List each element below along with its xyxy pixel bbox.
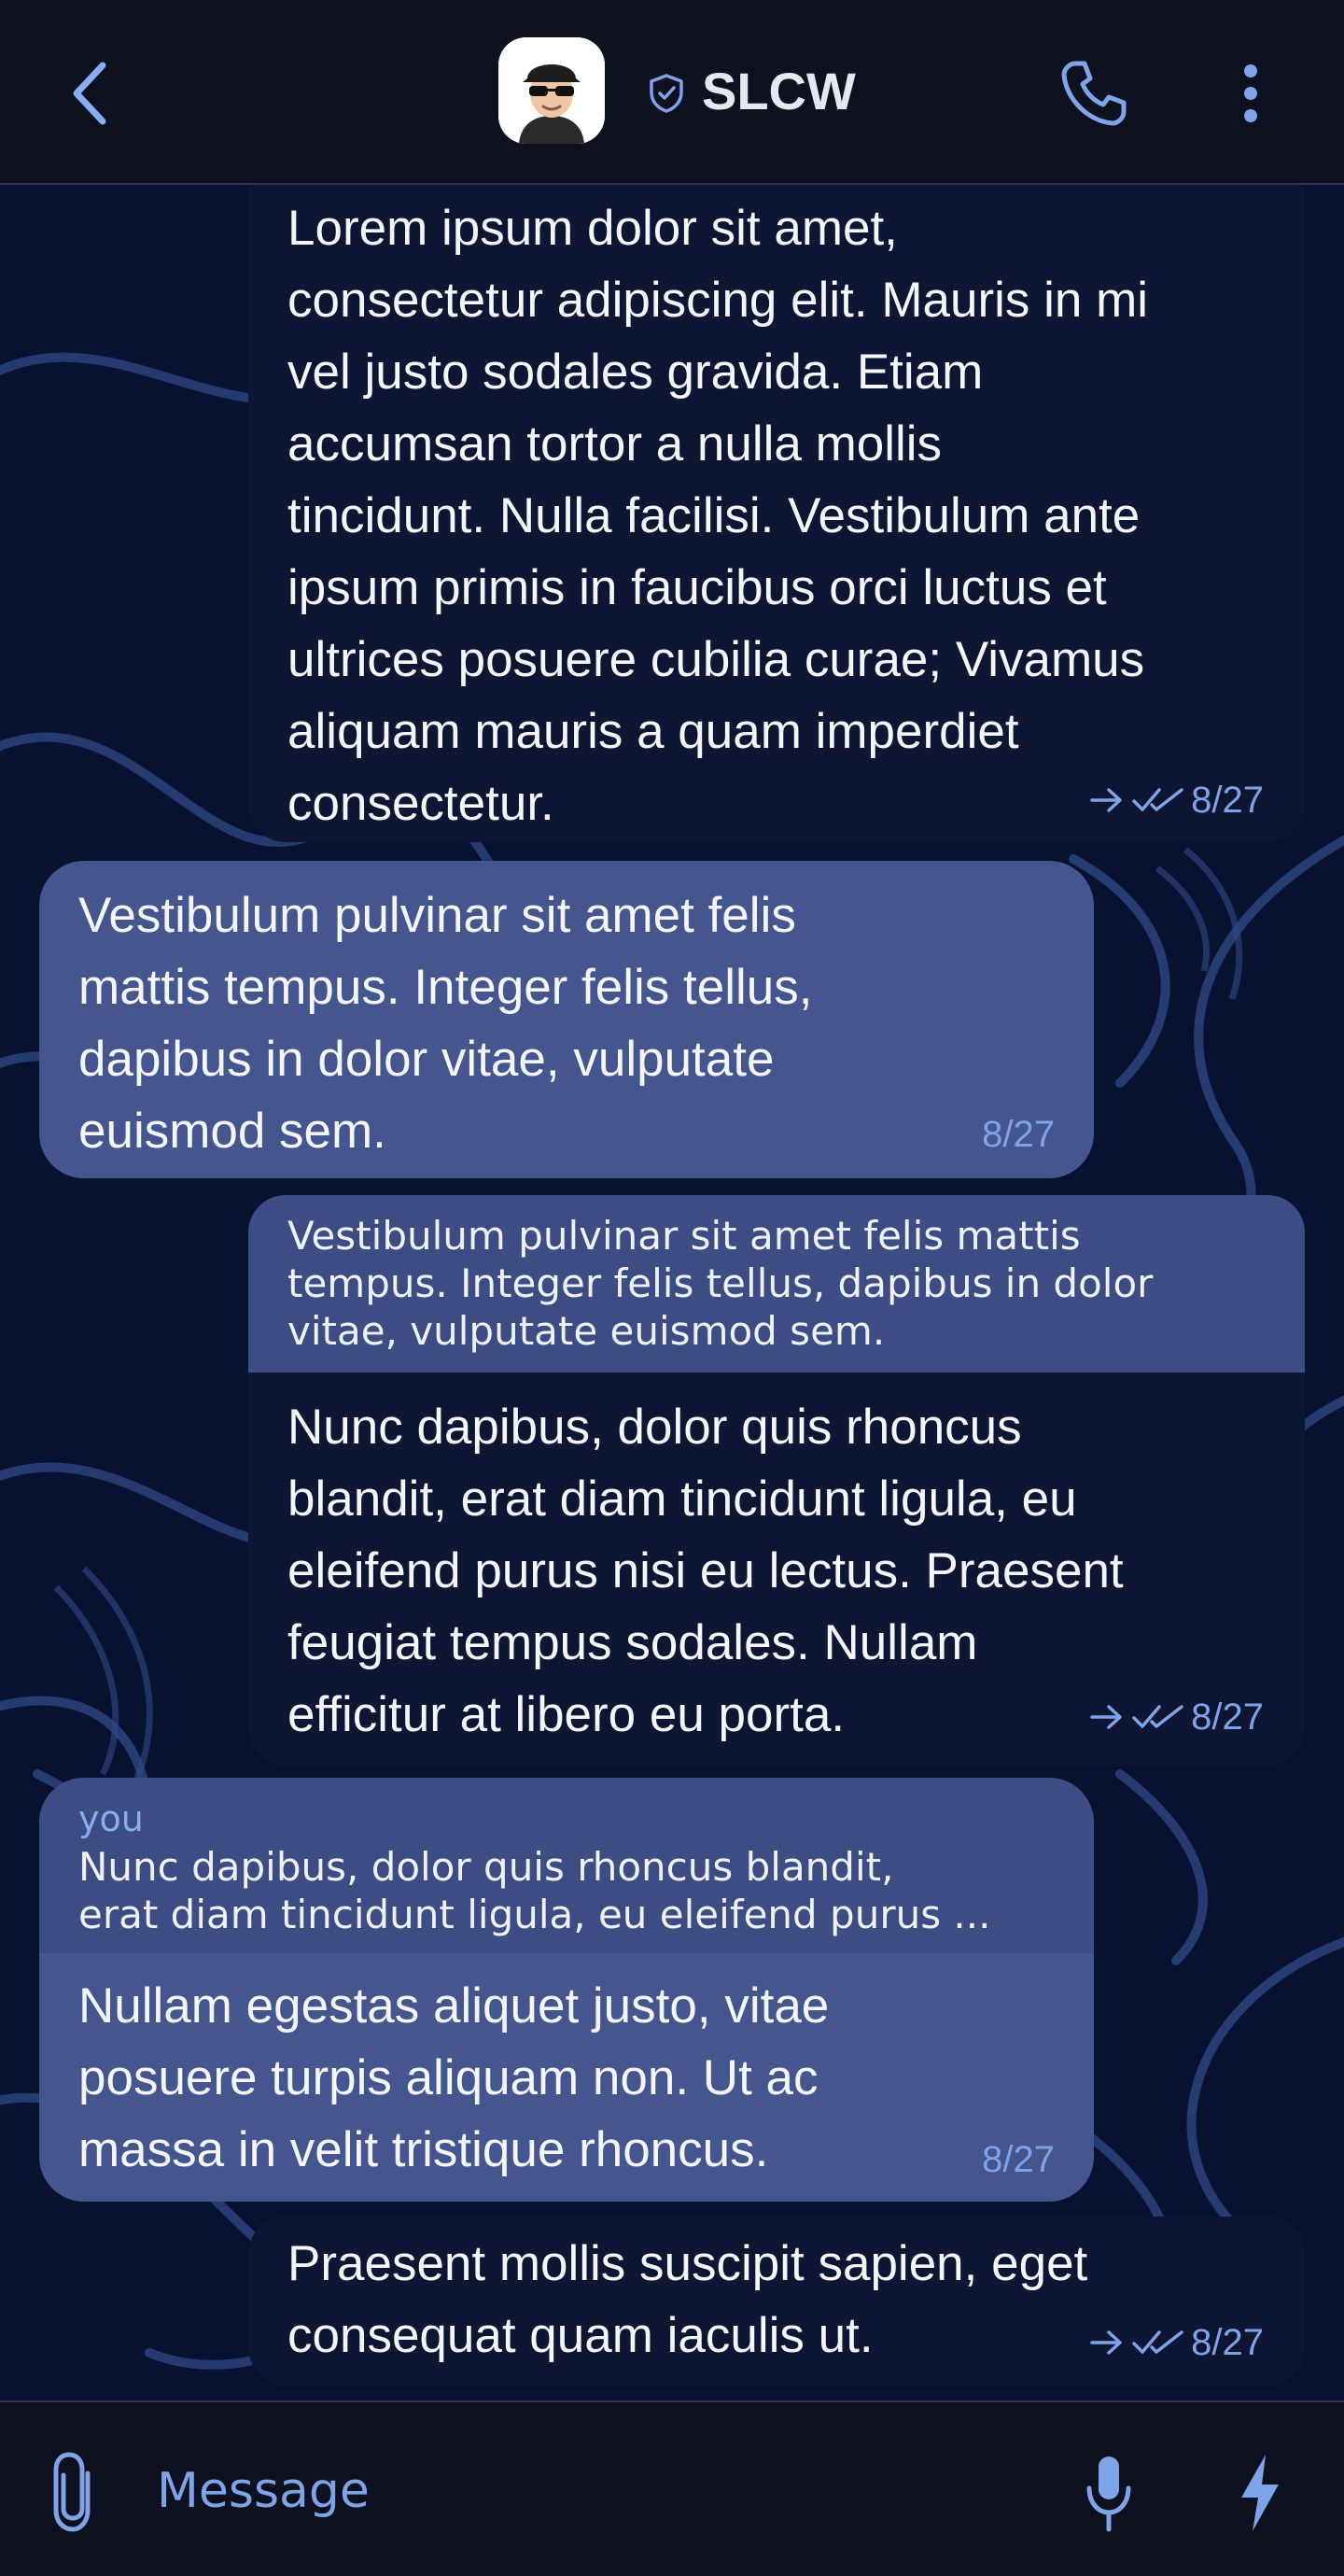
message-time: 8/27	[982, 2138, 1055, 2180]
message-meta: 8/27	[982, 2136, 1055, 2183]
quick-actions-button[interactable]	[1232, 2451, 1288, 2535]
message-bubble-outgoing[interactable]: Lorem ipsum dolor sit amet, consectetur …	[248, 185, 1305, 842]
avatar-memoji-icon	[498, 37, 605, 144]
message-input-bar	[0, 2400, 1344, 2576]
chat-header: SLCW	[0, 0, 1344, 185]
microphone-icon	[1086, 2456, 1131, 2532]
message-text: Nullam egestas aliquet justo, vitae posu…	[78, 1978, 830, 2177]
attach-button[interactable]	[43, 2451, 108, 2535]
paperclip-icon	[53, 2452, 91, 2532]
double-check-icon	[1132, 1705, 1183, 1728]
arrow-right-icon	[1090, 788, 1122, 812]
call-button[interactable]	[1055, 54, 1133, 133]
phone-icon	[1061, 61, 1127, 126]
quoted-message[interactable]: you Nunc dapibus, dolor quis rhoncus bla…	[39, 1778, 1094, 1953]
quoted-message-author: you	[78, 1798, 144, 1839]
double-check-icon	[1132, 788, 1183, 811]
message-bubble-outgoing[interactable]: Praesent mollis suscipit sapien, eget co…	[248, 2217, 1305, 2385]
arrow-right-icon	[1090, 2330, 1122, 2355]
message-text: Vestibulum pulvinar sit amet felis matti…	[78, 888, 813, 1159]
voice-message-button[interactable]	[1081, 2451, 1137, 2535]
quoted-message[interactable]: Vestibulum pulvinar sit amet felis matti…	[248, 1195, 1305, 1372]
chat-screen: SLCW Lorem ipsum dolor sit amet, consect…	[0, 0, 1344, 2576]
message-meta: 8/27	[982, 1111, 1055, 1158]
quoted-message-text: Vestibulum pulvinar sit amet felis matti…	[287, 1213, 1154, 1354]
lightning-icon	[1241, 2455, 1279, 2531]
back-button[interactable]	[56, 56, 131, 131]
message-time: 8/27	[982, 1113, 1055, 1155]
message-text: Lorem ipsum dolor sit amet, consectetur …	[287, 201, 1148, 831]
shield-check-icon	[650, 74, 683, 113]
message-bubble-incoming-reply[interactable]: you Nunc dapibus, dolor quis rhoncus bla…	[39, 1778, 1094, 2202]
message-meta: 8/27	[1088, 1694, 1264, 1740]
message-bubble-outgoing-reply[interactable]: Vestibulum pulvinar sit amet felis matti…	[248, 1195, 1305, 1765]
message-meta: 8/27	[1088, 777, 1264, 823]
vertical-dots-icon	[1244, 64, 1257, 122]
message-bubble-incoming[interactable]: Vestibulum pulvinar sit amet felis matti…	[39, 861, 1094, 1178]
more-options-button[interactable]	[1223, 54, 1279, 133]
chevron-left-icon	[73, 62, 106, 125]
message-input[interactable]	[157, 2449, 1015, 2533]
double-check-icon	[1132, 2330, 1183, 2354]
message-time: 8/27	[1191, 2321, 1264, 2363]
message-time: 8/27	[1191, 1696, 1264, 1738]
contact-name[interactable]: SLCW	[702, 56, 856, 127]
quoted-message-text: Nunc dapibus, dolor quis rhoncus blandit…	[78, 1844, 991, 1937]
message-meta: 8/27	[1088, 2319, 1264, 2366]
contact-avatar[interactable]	[498, 37, 605, 144]
arrow-right-icon	[1090, 1705, 1122, 1729]
message-time: 8/27	[1191, 779, 1264, 821]
